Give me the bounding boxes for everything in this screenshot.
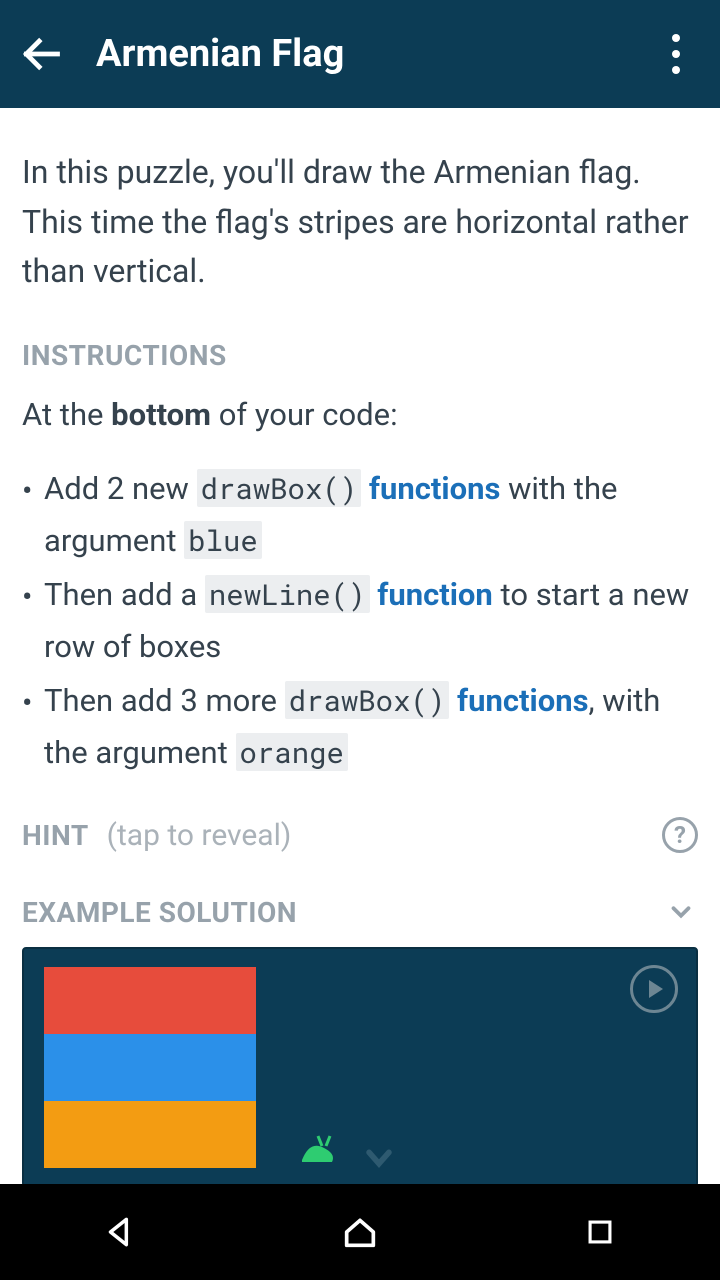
nav-home-icon[interactable] <box>335 1207 385 1257</box>
nav-recent-icon[interactable] <box>575 1207 625 1257</box>
back-arrow-icon[interactable] <box>16 29 66 79</box>
text-run: Then add a <box>44 576 205 613</box>
instructions-lead: At the bottom of your code: <box>22 396 698 433</box>
lead-pre: At the <box>22 396 111 433</box>
bullet-dot: • <box>22 675 44 779</box>
lead-bold: bottom <box>111 396 211 433</box>
play-icon <box>649 980 663 998</box>
play-button[interactable] <box>630 965 678 1013</box>
flag-preview <box>44 967 676 1168</box>
keyword-link: function <box>377 576 493 613</box>
lesson-content: In this puzzle, you'll draw the Armenian… <box>0 108 720 1184</box>
instructions-heading: INSTRUCTIONS <box>22 339 698 372</box>
text-run <box>449 682 457 719</box>
code-token: orange <box>236 733 348 771</box>
example-solution-row[interactable]: EXAMPLE SOLUTION <box>22 895 698 929</box>
page-title: Armenian Flag <box>96 32 652 76</box>
flag-stripe-red <box>44 967 256 1034</box>
code-token: drawBox() <box>197 469 362 507</box>
hint-row[interactable]: HINT (tap to reveal) ? <box>22 817 698 853</box>
hint-subtext: (tap to reveal) <box>107 818 662 853</box>
flag-stripe-orange <box>44 1101 256 1168</box>
keyword-link: functions <box>369 470 500 507</box>
code-token: blue <box>184 521 262 559</box>
bullet-text: Add 2 new drawBox() functions with the a… <box>44 463 698 567</box>
grasshopper-icon <box>292 1132 344 1177</box>
list-item: •Add 2 new drawBox() functions with the … <box>22 463 698 567</box>
bullet-text: Then add a newLine() function to start a… <box>44 569 698 673</box>
android-nav-bar <box>0 1184 720 1280</box>
example-solution-label: EXAMPLE SOLUTION <box>22 896 664 929</box>
text-run: Add 2 new <box>44 470 197 507</box>
nav-back-icon[interactable] <box>95 1207 145 1257</box>
help-icon[interactable]: ? <box>662 817 698 853</box>
bullet-dot: • <box>22 463 44 567</box>
flag-stripe-blue <box>44 1034 256 1101</box>
instruction-list: •Add 2 new drawBox() functions with the … <box>22 463 698 779</box>
list-item: •Then add 3 more drawBox() functions, wi… <box>22 675 698 779</box>
hint-label: HINT <box>22 819 89 852</box>
bullet-dot: • <box>22 569 44 673</box>
chevron-down-icon[interactable] <box>664 895 698 929</box>
keyword-link: functions <box>457 682 588 719</box>
text-run <box>361 470 369 507</box>
more-options-icon[interactable] <box>652 30 700 78</box>
code-token: drawBox() <box>285 681 450 719</box>
intro-text: In this puzzle, you'll draw the Armenian… <box>22 148 698 297</box>
code-token: newLine() <box>205 575 370 613</box>
app-bar: Armenian Flag <box>0 0 720 108</box>
canvas-chevron-down-icon[interactable] <box>356 1141 402 1179</box>
text-run: Then add 3 more <box>44 682 285 719</box>
list-item: •Then add a newLine() function to start … <box>22 569 698 673</box>
bullet-text: Then add 3 more drawBox() functions, wit… <box>44 675 698 779</box>
example-canvas <box>22 947 698 1184</box>
lead-post: of your code: <box>211 396 398 433</box>
